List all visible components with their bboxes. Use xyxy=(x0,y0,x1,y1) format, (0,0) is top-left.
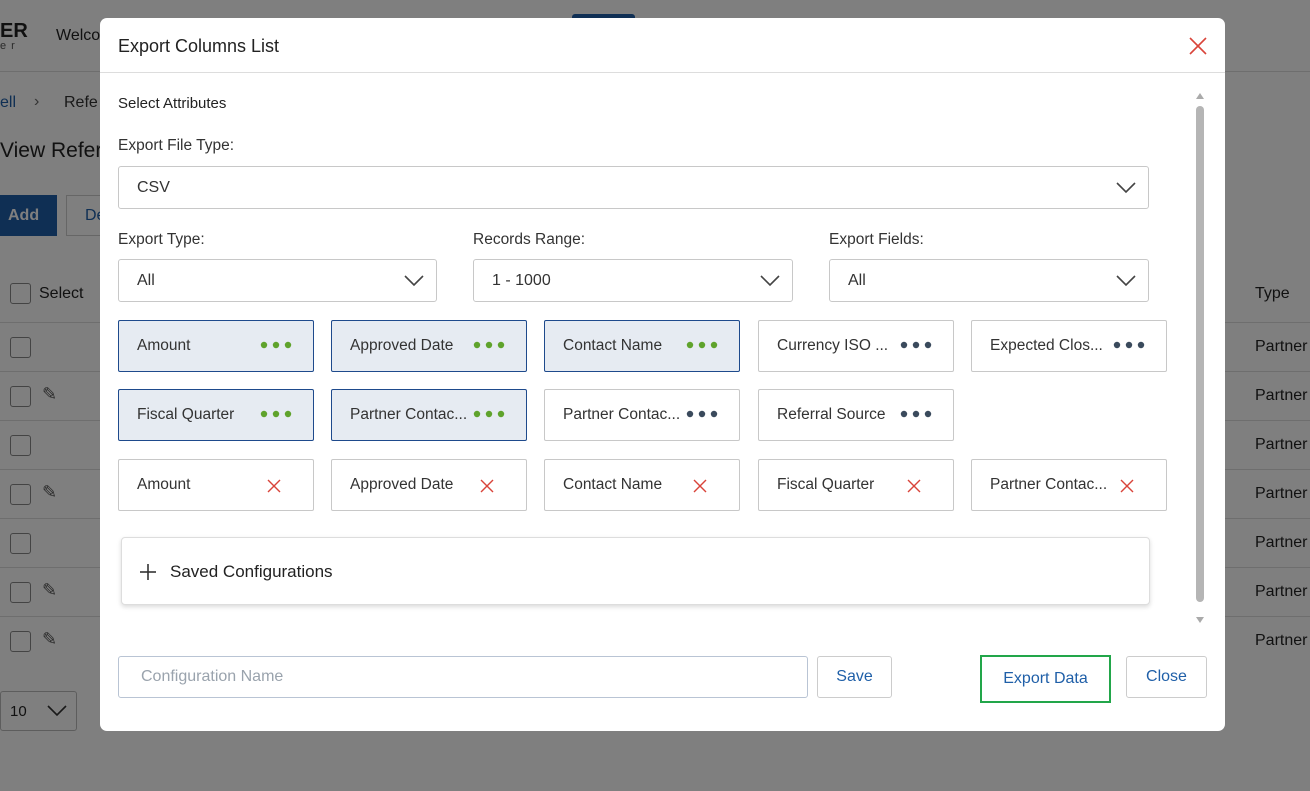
more-dots-icon[interactable] xyxy=(686,408,718,420)
selected-column-label: Approved Date xyxy=(350,476,454,493)
saved-configurations-panel[interactable]: Saved Configurations xyxy=(121,537,1150,605)
more-dots-icon[interactable] xyxy=(1113,339,1145,351)
selected-column-chip: Approved Date xyxy=(331,459,527,511)
remove-x-icon[interactable] xyxy=(905,477,923,495)
more-dots-icon[interactable] xyxy=(473,408,505,420)
saved-configurations-label: Saved Configurations xyxy=(170,562,333,581)
modal-title: Export Columns List xyxy=(118,36,280,56)
close-icon[interactable] xyxy=(1187,35,1209,57)
export-type-label: Export Type: xyxy=(118,231,205,248)
selected-column-label: Amount xyxy=(137,476,191,493)
attribute-chip-label: Contact Name xyxy=(563,337,663,354)
remove-x-icon[interactable] xyxy=(1118,477,1136,495)
selected-column-chip: Contact Name xyxy=(544,459,740,511)
attribute-chip[interactable]: Contact Name xyxy=(544,320,740,372)
scroll-up-arrow[interactable] xyxy=(1196,93,1204,99)
attribute-chip[interactable]: Amount xyxy=(118,320,314,372)
scroll-thumb[interactable] xyxy=(1196,106,1204,602)
scroll-down-arrow[interactable] xyxy=(1196,617,1204,623)
more-dots-icon[interactable] xyxy=(686,339,718,351)
export-type-select[interactable]: All xyxy=(118,259,437,302)
attribute-chip[interactable]: Approved Date xyxy=(331,320,527,372)
remove-x-icon[interactable] xyxy=(265,477,283,495)
export-fields-value: All xyxy=(848,272,866,289)
chevron-down-icon xyxy=(1116,275,1136,287)
export-fields-label: Export Fields: xyxy=(829,231,924,248)
export-type-value: All xyxy=(137,272,155,289)
chevron-down-icon xyxy=(1116,182,1136,194)
remove-x-icon[interactable] xyxy=(691,477,709,495)
selected-column-chip: Fiscal Quarter xyxy=(758,459,954,511)
remove-x-icon[interactable] xyxy=(478,477,496,495)
attribute-chip-label: Expected Clos... xyxy=(990,337,1103,354)
attribute-chip[interactable]: Fiscal Quarter xyxy=(118,389,314,441)
attribute-chip[interactable]: Partner Contac... xyxy=(544,389,740,441)
selected-column-chip: Partner Contac... xyxy=(971,459,1167,511)
attribute-chip-label: Referral Source xyxy=(777,406,886,423)
chevron-down-icon xyxy=(760,275,780,287)
export-file-type-value: CSV xyxy=(137,179,170,196)
attribute-chip-label: Fiscal Quarter xyxy=(137,406,235,423)
attribute-chip[interactable]: Expected Clos... xyxy=(971,320,1167,372)
export-file-type-select[interactable]: CSV xyxy=(118,166,1149,209)
attribute-chip[interactable]: Currency ISO ... xyxy=(758,320,954,372)
selected-column-label: Contact Name xyxy=(563,476,663,493)
section-title: Select Attributes xyxy=(118,95,227,112)
selected-column-label: Fiscal Quarter xyxy=(777,476,875,493)
attribute-chip-label: Partner Contac... xyxy=(350,406,468,423)
selected-column-label: Partner Contac... xyxy=(990,476,1108,493)
records-range-select[interactable]: 1 - 1000 xyxy=(473,259,793,302)
records-range-value: 1 - 1000 xyxy=(492,272,551,289)
export-file-type-label: Export File Type: xyxy=(118,137,235,154)
plus-icon xyxy=(140,564,156,580)
attribute-chip-label: Approved Date xyxy=(350,337,454,354)
attribute-chip-label: Amount xyxy=(137,337,191,354)
attribute-chip[interactable]: Referral Source xyxy=(758,389,954,441)
export-columns-modal: Export Columns List Select Attributes Ex… xyxy=(100,18,1225,731)
records-range-label: Records Range: xyxy=(473,231,586,248)
selected-column-chip: Amount xyxy=(118,459,314,511)
attribute-chip-label: Partner Contac... xyxy=(563,406,681,423)
chevron-down-icon xyxy=(404,275,424,287)
attribute-chip-label: Currency ISO ... xyxy=(777,337,889,354)
attribute-chip[interactable]: Partner Contac... xyxy=(331,389,527,441)
modal-header: Export Columns List xyxy=(100,18,1225,73)
modal-scrollbar[interactable] xyxy=(1194,93,1208,623)
more-dots-icon[interactable] xyxy=(260,408,292,420)
more-dots-icon[interactable] xyxy=(900,408,932,420)
more-dots-icon[interactable] xyxy=(260,339,292,351)
close-button[interactable]: Close xyxy=(1126,656,1207,698)
configuration-name-input[interactable] xyxy=(118,656,808,698)
export-fields-select[interactable]: All xyxy=(829,259,1149,302)
save-button[interactable]: Save xyxy=(817,656,892,698)
more-dots-icon[interactable] xyxy=(900,339,932,351)
more-dots-icon[interactable] xyxy=(473,339,505,351)
export-data-button[interactable]: Export Data xyxy=(980,655,1111,703)
